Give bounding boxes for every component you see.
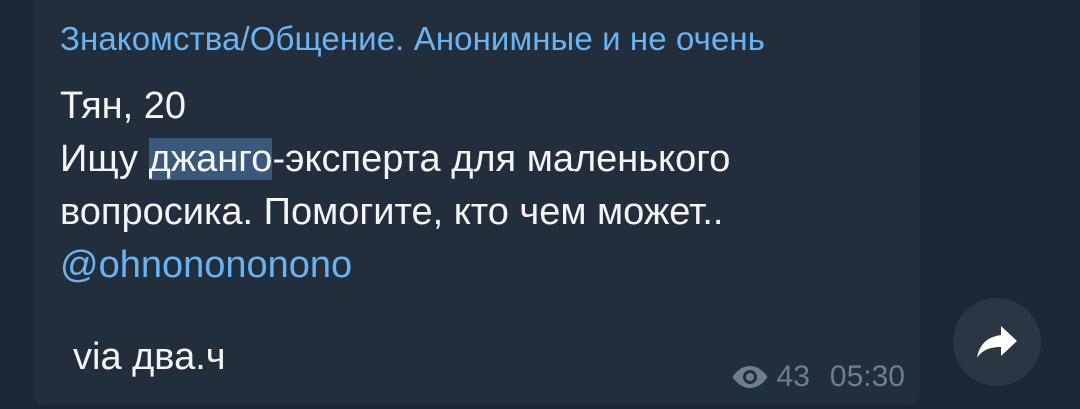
message-meta: 43 05:30 [731, 360, 905, 394]
message-bubble[interactable]: Знакомства/Общение. Анонимные и не очень… [33, 0, 920, 405]
message-line-2-prefix: Ищу [60, 138, 149, 180]
search-highlight: джанго [148, 138, 273, 180]
message-line-2: Ищу джанго-эксперта для маленького [60, 133, 910, 186]
share-button[interactable] [953, 298, 1041, 386]
via-signature: via два.ч [73, 336, 226, 378]
views-count: 43 [776, 360, 810, 393]
share-arrow-icon [977, 326, 1017, 358]
message-line-1: Тян, 20 [60, 85, 187, 127]
chat-view: Знакомства/Общение. Анонимные и не очень… [0, 0, 1080, 409]
mention-link[interactable]: @ohnonononono [60, 239, 910, 292]
message-line-2-suffix: -эксперта для маленького [272, 138, 731, 180]
message-line-3: вопросика. Помогите, кто чем может.. [60, 191, 724, 233]
channel-title[interactable]: Знакомства/Общение. Анонимные и не очень [60, 20, 765, 58]
message-time: 05:30 [829, 360, 905, 393]
eye-icon [732, 366, 768, 388]
message-text: Тян, 20 Ищу джанго-эксперта для маленько… [60, 80, 910, 292]
